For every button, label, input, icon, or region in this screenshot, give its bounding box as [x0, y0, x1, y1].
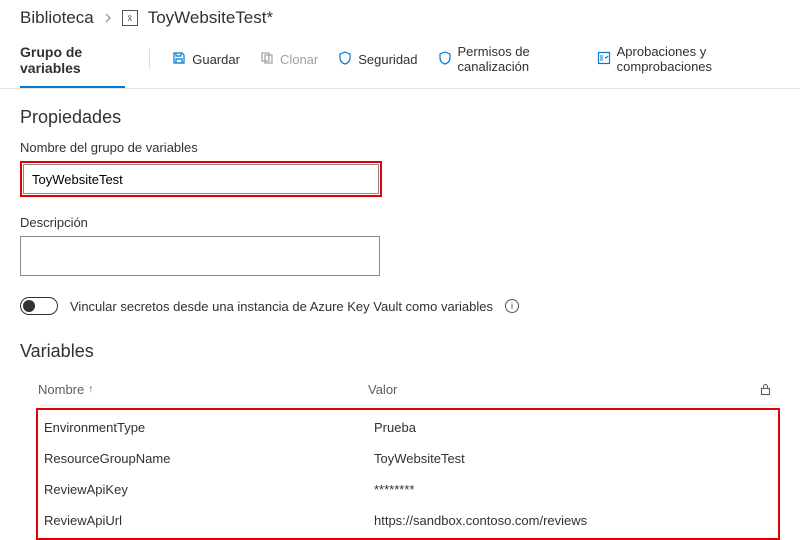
keyvault-toggle[interactable] [20, 297, 58, 315]
name-field-block: Nombre del grupo de variables [20, 140, 780, 197]
pipeline-permissions-label: Permisos de canalización [458, 44, 577, 74]
security-label: Seguridad [358, 52, 417, 67]
toggle-knob [23, 300, 35, 312]
checklist-icon [597, 51, 611, 68]
table-row[interactable]: EnvironmentType Prueba [40, 412, 776, 443]
column-value-header[interactable]: Valor [368, 382, 750, 397]
var-value-cell[interactable]: https://sandbox.contoso.com/reviews [374, 513, 772, 528]
var-value-cell[interactable]: ******** [374, 482, 772, 497]
clone-icon [260, 51, 274, 68]
table-row[interactable]: ResourceGroupName ToyWebsiteTest [40, 443, 776, 474]
clone-button: Clonar [250, 45, 328, 80]
variables-section: Variables [0, 315, 800, 362]
pipeline-permissions-button[interactable]: Permisos de canalización [428, 38, 587, 86]
var-name-cell[interactable]: ResourceGroupName [44, 451, 374, 466]
properties-section: Propiedades Nombre del grupo de variable… [0, 89, 800, 315]
breadcrumb: Biblioteca x̄ ToyWebsiteTest* [0, 0, 800, 28]
variables-heading: Variables [20, 341, 780, 362]
var-value-cell[interactable]: Prueba [374, 420, 772, 435]
keyvault-toggle-label: Vincular secretos desde una instancia de… [70, 299, 493, 314]
properties-heading: Propiedades [20, 107, 780, 128]
column-name-header[interactable]: Nombre ↑ [38, 382, 368, 397]
keyvault-toggle-row: Vincular secretos desde una instancia de… [20, 297, 780, 315]
description-field-block: Descripción [20, 215, 780, 279]
var-name-cell[interactable]: ReviewApiUrl [44, 513, 374, 528]
table-row[interactable]: ReviewApiUrl https://sandbox.contoso.com… [40, 505, 776, 536]
info-icon[interactable]: i [505, 299, 519, 313]
shield-icon [338, 51, 352, 68]
save-label: Guardar [192, 52, 240, 67]
shield-icon [438, 51, 452, 68]
breadcrumb-current: ToyWebsiteTest* [148, 8, 273, 28]
var-value-cell[interactable]: ToyWebsiteTest [374, 451, 772, 466]
description-input[interactable] [20, 236, 380, 276]
column-lock-header [750, 383, 780, 396]
approvals-checks-button[interactable]: Aprobaciones y comprobaciones [587, 38, 780, 86]
tab-variable-group[interactable]: Grupo de variables [20, 36, 125, 88]
breadcrumb-parent[interactable]: Biblioteca [20, 8, 94, 28]
approvals-checks-label: Aprobaciones y comprobaciones [617, 44, 770, 74]
table-row[interactable]: ReviewApiKey ******** [40, 474, 776, 505]
toolbar-separator [149, 49, 150, 69]
var-name-cell[interactable]: EnvironmentType [44, 420, 374, 435]
variables-table-header: Nombre ↑ Valor [38, 374, 780, 406]
lock-icon [760, 383, 771, 396]
column-name-label: Nombre [38, 382, 84, 397]
toolbar: Grupo de variables Guardar Clonar Seguri… [0, 28, 800, 89]
save-button[interactable]: Guardar [162, 45, 250, 80]
variables-table-body: EnvironmentType Prueba ResourceGroupName… [36, 408, 780, 540]
name-label: Nombre del grupo de variables [20, 140, 780, 155]
chevron-right-icon [104, 10, 112, 26]
variable-group-icon: x̄ [122, 10, 138, 26]
save-icon [172, 51, 186, 68]
var-name-cell[interactable]: ReviewApiKey [44, 482, 374, 497]
description-label: Descripción [20, 215, 780, 230]
name-input[interactable] [23, 164, 379, 194]
name-highlight [20, 161, 382, 197]
sort-asc-icon: ↑ [88, 384, 93, 395]
clone-label: Clonar [280, 52, 318, 67]
security-button[interactable]: Seguridad [328, 45, 427, 80]
